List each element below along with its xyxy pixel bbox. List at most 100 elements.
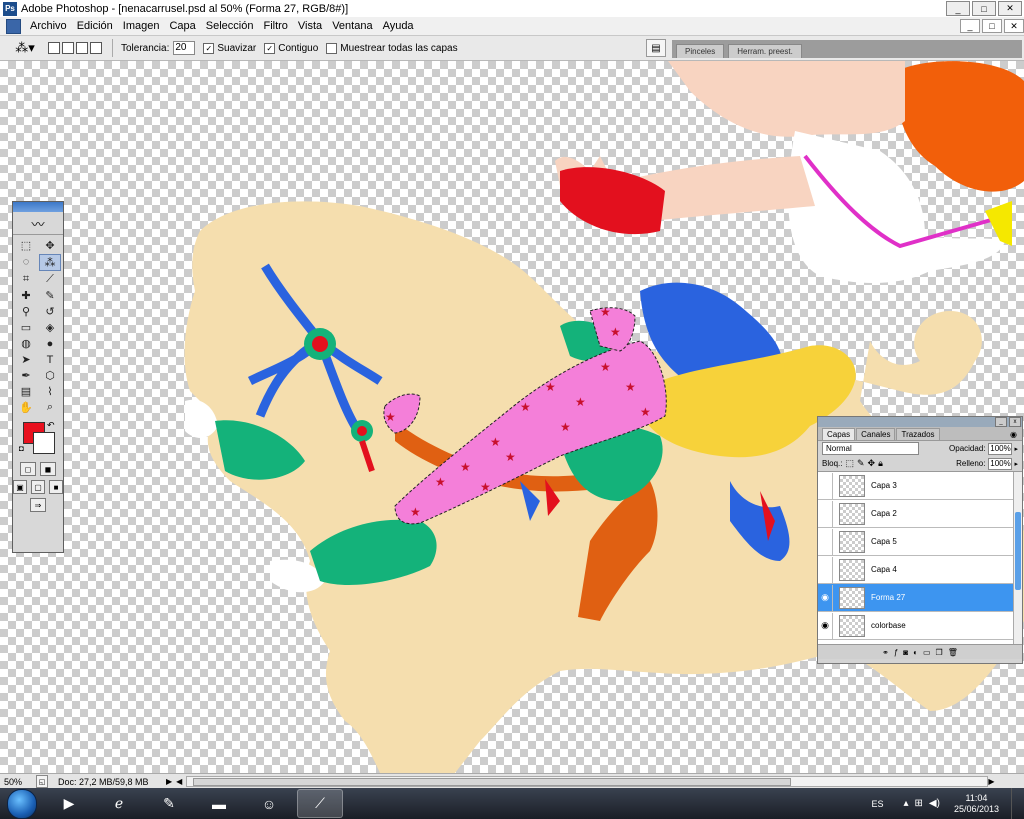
pen-tool-icon[interactable]: ✒ xyxy=(15,368,37,383)
tab-capas[interactable]: Capas xyxy=(822,428,856,440)
lock-pixels-icon[interactable]: ✎ xyxy=(857,458,865,469)
link-layers-icon[interactable]: ⚭ xyxy=(882,648,889,657)
swap-colors-icon[interactable]: ↶ xyxy=(47,420,55,431)
menu-capa[interactable]: Capa xyxy=(164,20,200,32)
horizontal-scrollbar[interactable] xyxy=(186,776,989,787)
screen-mode-black-icon[interactable]: ■ xyxy=(49,480,63,494)
photoshop-task-icon[interactable]: ⟋ xyxy=(297,789,343,818)
layer-mask-icon[interactable]: ◙ xyxy=(903,648,908,657)
move-tool-icon[interactable]: ✥ xyxy=(39,238,61,253)
layer-row[interactable]: Capa 3 xyxy=(818,472,1022,500)
maximize-button[interactable]: □ xyxy=(972,1,996,16)
menu-archivo[interactable]: Archivo xyxy=(25,20,72,32)
doc-close-button[interactable]: ✕ xyxy=(1004,19,1024,33)
media-player-icon[interactable]: ▶ xyxy=(47,790,91,817)
tolerance-input[interactable]: 20 xyxy=(173,41,196,55)
standard-mode-icon[interactable]: ◻ xyxy=(20,462,36,476)
slice-tool-icon[interactable]: ⟋ xyxy=(39,272,61,287)
layer-row[interactable]: Capa 5 xyxy=(818,528,1022,556)
menu-imagen[interactable]: Imagen xyxy=(118,20,165,32)
navigator-icon[interactable]: ◱ xyxy=(36,775,48,788)
path-selection-icon[interactable]: ➤ xyxy=(15,352,37,367)
scroll-left-arrow-icon[interactable]: ◀ xyxy=(176,777,182,786)
visibility-eye-icon[interactable] xyxy=(818,528,833,555)
notes-tool-icon[interactable]: ▤ xyxy=(15,384,37,399)
brush-tool-icon[interactable]: ✎ xyxy=(39,288,61,303)
menu-ventana[interactable]: Ventana xyxy=(327,20,377,32)
tab-herram-preest[interactable]: Herram. preest. xyxy=(728,44,802,58)
visibility-eye-icon[interactable] xyxy=(818,556,833,583)
messenger-icon[interactable]: ☺ xyxy=(247,790,291,817)
network-icon[interactable]: ⊞ xyxy=(915,798,923,809)
layer-row[interactable]: Capa 4 xyxy=(818,556,1022,584)
new-group-icon[interactable]: ▭ xyxy=(923,648,931,657)
lasso-tool-icon[interactable]: ◌ xyxy=(15,254,37,269)
doc-restore-button[interactable]: □ xyxy=(982,19,1002,33)
menu-vista[interactable]: Vista xyxy=(293,20,327,32)
layers-panel-titlebar[interactable]: _ x xyxy=(818,417,1022,427)
zoom-tool-icon[interactable]: ⌕ xyxy=(39,400,61,415)
intersect-selection-icon[interactable] xyxy=(90,42,102,54)
sample-all-checkbox[interactable] xyxy=(326,42,338,54)
clone-stamp-icon[interactable]: ⚲ xyxy=(15,304,37,319)
adjustment-layer-icon[interactable]: ◐ xyxy=(913,648,918,657)
crop-tool-icon[interactable]: ⌗ xyxy=(15,272,37,287)
panel-close-icon[interactable]: x xyxy=(1009,417,1021,427)
default-colors-icon[interactable]: ◘ xyxy=(19,444,24,453)
magic-wand-tool-icon[interactable]: ⁂ xyxy=(39,254,61,271)
scroll-right-arrow-icon[interactable]: ▶ xyxy=(988,777,994,786)
delete-layer-icon[interactable]: 🗑︎ xyxy=(948,648,958,657)
sample-all-option[interactable]: Muestrear todas las capas xyxy=(326,42,458,54)
eraser-tool-icon[interactable]: ▭ xyxy=(15,320,37,335)
layer-row[interactable]: colorbase xyxy=(818,612,1022,640)
zoom-level[interactable]: 50% xyxy=(0,777,36,787)
blur-tool-icon[interactable]: ◍ xyxy=(15,336,37,351)
toolbox-titlebar[interactable] xyxy=(13,202,63,212)
screen-mode-standard-icon[interactable]: ▣ xyxy=(13,480,27,494)
screen-mode-full-icon[interactable]: ▢ xyxy=(31,480,45,494)
new-selection-icon[interactable] xyxy=(48,42,60,54)
minimize-button[interactable]: _ xyxy=(946,1,970,16)
panel-minimize-icon[interactable]: _ xyxy=(995,417,1007,427)
paint-program-icon[interactable]: ✎ xyxy=(147,790,191,817)
jump-to-imageready-icon[interactable]: ⇒ xyxy=(30,498,46,512)
start-button[interactable] xyxy=(7,788,37,819)
background-color-swatch[interactable] xyxy=(33,432,55,454)
clock[interactable]: 11:04 25/06/2013 xyxy=(954,793,999,815)
new-layer-icon[interactable]: ❐ xyxy=(936,648,943,657)
horizontal-scroll-thumb[interactable] xyxy=(193,778,792,786)
contiguous-option[interactable]: ✓ Contiguo xyxy=(264,42,318,54)
lock-transparency-icon[interactable]: ⬚ xyxy=(845,458,854,469)
tray-expand-icon[interactable]: ▴ xyxy=(904,798,909,809)
layer-row-selected[interactable]: Forma 27 xyxy=(818,584,1022,612)
visibility-eye-icon[interactable] xyxy=(818,584,833,611)
visibility-eye-icon[interactable] xyxy=(818,500,833,527)
opacity-arrow-icon[interactable]: ▸ xyxy=(1014,445,1018,453)
smooth-option[interactable]: ✓ Suavizar xyxy=(203,42,256,54)
lock-all-icon[interactable]: 🔒︎ xyxy=(878,458,883,469)
show-desktop-button[interactable] xyxy=(1011,788,1024,819)
history-brush-icon[interactable]: ↺ xyxy=(39,304,61,319)
subtract-selection-icon[interactable] xyxy=(76,42,88,54)
fill-arrow-icon[interactable]: ▸ xyxy=(1014,460,1018,468)
layer-row[interactable]: Capa 2 xyxy=(818,500,1022,528)
visibility-eye-icon[interactable] xyxy=(818,612,833,639)
layers-scroll-thumb[interactable] xyxy=(1015,512,1021,590)
menu-ayuda[interactable]: Ayuda xyxy=(378,20,419,32)
file-browser-icon[interactable]: ▤ xyxy=(646,39,666,57)
lock-position-icon[interactable]: ✥ xyxy=(868,458,876,469)
file-explorer-icon[interactable]: ▬ xyxy=(197,790,241,817)
visibility-eye-icon[interactable] xyxy=(818,472,833,499)
contiguous-checkbox[interactable]: ✓ xyxy=(264,42,276,54)
opacity-input[interactable]: 100% xyxy=(988,442,1013,455)
type-tool-icon[interactable]: T xyxy=(39,352,61,367)
layer-style-icon[interactable]: ƒ xyxy=(894,648,898,657)
menu-filtro[interactable]: Filtro xyxy=(258,20,292,32)
language-indicator[interactable]: ES xyxy=(871,799,883,809)
magic-wand-icon[interactable]: ⁂▾ xyxy=(14,39,36,57)
document-icon[interactable] xyxy=(6,18,21,34)
close-button[interactable]: ✕ xyxy=(998,1,1022,16)
shape-tool-icon[interactable]: ⬡ xyxy=(39,368,61,383)
blend-mode-select[interactable]: Normal xyxy=(822,442,919,455)
dodge-tool-icon[interactable]: ● xyxy=(39,336,61,351)
